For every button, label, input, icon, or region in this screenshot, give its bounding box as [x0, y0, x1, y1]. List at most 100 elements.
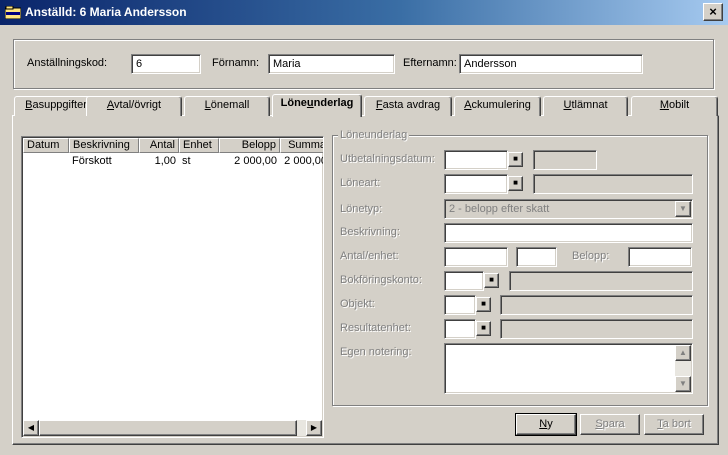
scrollbar-thumb[interactable] [39, 420, 297, 436]
tab-8[interactable]: Mobilt [631, 96, 718, 116]
window-title: Anställd: 6 Maria Andersson [25, 5, 187, 19]
antal-field[interactable] [444, 247, 508, 267]
title-bar[interactable]: Anställd: 6 Maria Andersson × [0, 0, 728, 25]
horizontal-scrollbar[interactable]: ◀ ▶ [23, 420, 322, 436]
tab-4[interactable]: Löneunderlag [272, 94, 362, 117]
label-accelerator: S [595, 418, 603, 430]
bokforingskonto-lookup-button[interactable]: ■ [484, 273, 499, 288]
egen-notering-textarea[interactable] [444, 343, 693, 394]
notering-scrollbar[interactable]: ▲ ▼ [675, 345, 691, 392]
objekt-description [500, 295, 693, 315]
label-text: vtal/övrigt [114, 99, 162, 111]
arrow-right-icon: ▶ [310, 423, 318, 432]
lookup-icon: ■ [481, 299, 486, 308]
bokforingskonto-label: Bokföringskonto: [340, 274, 422, 286]
new-button[interactable]: Ny [515, 413, 577, 436]
payroll-table: Datum Beskrivning Antal Enhet Belopp Summa Fö… [21, 136, 324, 438]
folder-icon [5, 6, 21, 19]
chevron-down-icon: ▼ [679, 204, 687, 213]
lonetyp-label: Lönetyp: [340, 203, 383, 215]
column-header[interactable]: Belopp [219, 138, 280, 153]
tab-5[interactable]: Fasta avdrag [364, 96, 452, 116]
table-cell: 2 000,00 [234, 155, 277, 167]
bokforingskonto-field[interactable] [444, 271, 484, 291]
close-button[interactable]: × [703, 3, 723, 21]
scroll-down-button[interactable]: ▼ [675, 376, 691, 392]
label-accelerator: u [306, 97, 314, 109]
resultatenhet-description [500, 319, 693, 339]
column-header[interactable]: Beskrivning [69, 138, 139, 153]
label-text: y [547, 418, 553, 430]
arrow-down-icon: ▼ [679, 379, 687, 388]
label-text: ckumulering [471, 99, 531, 111]
label-text: asuppgifter [32, 99, 87, 111]
arrow-left-icon: ◀ [27, 423, 35, 432]
last-name-label: Efternamn: [403, 57, 457, 69]
enhet-field[interactable] [516, 247, 557, 267]
lonetyp-dropdown-button[interactable]: ▼ [675, 201, 691, 217]
first-name-field[interactable]: Maria [268, 54, 395, 74]
table-cell: Förskott [72, 155, 112, 167]
group-title: Löneunderlag [338, 129, 410, 142]
resultatenhet-label: Resultatenhet: [340, 322, 411, 334]
date-picker-icon: ■ [513, 154, 518, 163]
employment-code-field[interactable]: 6 [131, 54, 201, 74]
label-text: nderlag [313, 97, 354, 109]
loneart-lookup-button[interactable]: ■ [508, 176, 523, 191]
label-text: para [602, 418, 625, 430]
lookup-icon: ■ [513, 178, 518, 187]
scroll-right-button[interactable]: ▶ [306, 420, 322, 436]
employment-code-label: Anställningskod: [27, 57, 108, 69]
label-text: obilt [668, 99, 690, 111]
table-row[interactable]: Förskott 1,00 st 2 000,00 2 000,00 [22, 154, 323, 169]
beskrivning-field[interactable] [444, 223, 693, 243]
scroll-up-button[interactable]: ▲ [675, 345, 691, 361]
date-picker-button[interactable]: ■ [508, 152, 523, 167]
tab-6[interactable]: Ackumulering [454, 96, 541, 116]
objekt-lookup-button[interactable]: ■ [476, 297, 491, 312]
loneart-description [533, 174, 693, 194]
label-text: asta avdrag [382, 99, 441, 111]
scroll-left-button[interactable]: ◀ [23, 420, 39, 436]
label-accelerator: M [659, 99, 669, 111]
table-cell: st [182, 155, 191, 167]
column-header[interactable]: Antal [139, 138, 179, 153]
first-name-label: Förnamn: [212, 57, 260, 69]
column-header[interactable]: Enhet [179, 138, 219, 153]
resultatenhet-lookup-button[interactable]: ■ [476, 321, 491, 336]
label-accelerator: F [375, 99, 383, 111]
belopp-field[interactable] [628, 247, 692, 267]
belopp-label: Belopp: [572, 250, 610, 262]
last-name-field[interactable]: Andersson [459, 54, 643, 74]
label-accelerator: A [106, 99, 115, 111]
utbetalningsdatum-field[interactable] [444, 150, 508, 170]
lookup-icon: ■ [481, 323, 486, 332]
tab-3[interactable]: Lönemall [184, 96, 270, 116]
lonetyp-value: 2 - belopp efter skatt [449, 203, 550, 215]
label-accelerator: A [464, 99, 472, 111]
antal-enhet-label: Antal/enhet: [340, 250, 399, 262]
resultatenhet-field[interactable] [444, 319, 476, 339]
label-text: Löne [280, 97, 307, 109]
lonetyp-select[interactable]: 2 - belopp efter skatt [444, 199, 693, 219]
column-header[interactable]: Datum [23, 138, 69, 153]
table-cell: 1,00 [154, 155, 176, 167]
table-cell: 2 000,00 [284, 155, 324, 167]
bokforingskonto-description [509, 271, 693, 291]
delete-button[interactable]: Ta bort [644, 414, 704, 435]
tab-7[interactable]: Utlämnat [543, 96, 628, 116]
utbetalningsdatum-info [533, 150, 597, 170]
objekt-field[interactable] [444, 295, 476, 315]
label-text: tlämnat [571, 99, 608, 111]
column-header[interactable]: Summa [280, 138, 323, 153]
loneart-label: Löneart: [340, 177, 381, 189]
label-text: önemall [210, 99, 250, 111]
egen-notering-label: Egen notering: [340, 346, 412, 358]
objekt-label: Objekt: [340, 298, 375, 310]
tab-2[interactable]: Avtal/övrigt [86, 96, 182, 116]
save-button[interactable]: Spara [580, 414, 640, 435]
loneart-field[interactable] [444, 174, 508, 194]
label-text: a bort [662, 418, 691, 430]
arrow-up-icon: ▲ [679, 348, 687, 357]
beskrivning-label: Beskrivning: [340, 226, 400, 238]
